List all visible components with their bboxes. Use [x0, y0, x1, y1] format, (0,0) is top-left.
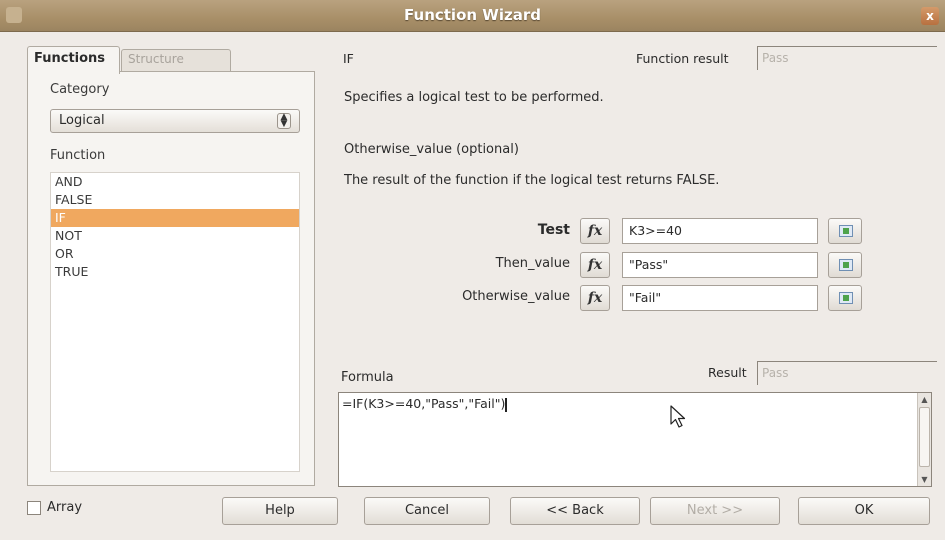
- function-result-label: Function result: [636, 51, 729, 66]
- list-item[interactable]: TRUE: [51, 263, 299, 281]
- shrink-button[interactable]: [828, 252, 862, 278]
- function-result-value: Pass: [757, 46, 937, 70]
- function-list[interactable]: AND FALSE IF NOT OR TRUE: [50, 172, 300, 472]
- list-item[interactable]: OR: [51, 245, 299, 263]
- scroll-down-icon[interactable]: ▼: [920, 475, 929, 484]
- help-button[interactable]: Help: [222, 497, 338, 525]
- function-name: IF: [343, 51, 354, 66]
- list-item[interactable]: FALSE: [51, 191, 299, 209]
- tab-functions[interactable]: Functions: [27, 46, 120, 74]
- cancel-button[interactable]: Cancel: [364, 497, 490, 525]
- ok-button[interactable]: OK: [798, 497, 930, 525]
- shrink-button[interactable]: [828, 285, 862, 311]
- shrink-button[interactable]: [828, 218, 862, 244]
- result-value: Pass: [757, 361, 937, 385]
- select-range-icon: [839, 225, 853, 237]
- fx-button[interactable]: fx: [580, 218, 610, 244]
- back-button[interactable]: << Back: [510, 497, 640, 525]
- arg-label-otherwise: Otherwise_value: [462, 289, 570, 304]
- window-title: Function Wizard: [404, 6, 541, 24]
- mouse-pointer-icon: [670, 405, 686, 428]
- scroll-up-icon[interactable]: ▲: [920, 395, 929, 404]
- formula-editor[interactable]: =IF(K3>=40,"Pass","Fail") ▲ ▼: [338, 392, 932, 487]
- fx-button[interactable]: fx: [580, 285, 610, 311]
- otherwise-value-input[interactable]: "Fail": [622, 285, 818, 311]
- result-label: Result: [708, 365, 747, 380]
- category-label: Category: [50, 82, 110, 97]
- close-button[interactable]: x: [921, 7, 939, 25]
- category-select[interactable]: Logical ▲ ▼: [50, 109, 300, 133]
- list-item[interactable]: NOT: [51, 227, 299, 245]
- scroll-thumb[interactable]: [919, 407, 930, 467]
- formula-scrollbar[interactable]: ▲ ▼: [917, 393, 931, 486]
- argument-title: Otherwise_value (optional): [344, 142, 519, 157]
- argument-description: The result of the function if the logica…: [344, 173, 720, 188]
- list-item[interactable]: AND: [51, 173, 299, 191]
- fx-button[interactable]: fx: [580, 252, 610, 278]
- arg-row-then: Then_value fx "Pass": [430, 251, 870, 279]
- checkbox-box[interactable]: [27, 500, 41, 515]
- text-caret: [505, 397, 508, 412]
- category-value: Logical: [59, 113, 105, 128]
- array-label: Array: [47, 500, 83, 515]
- function-label: Function: [50, 148, 106, 163]
- then-value-input[interactable]: "Pass": [622, 252, 818, 278]
- next-button[interactable]: Next >>: [650, 497, 780, 525]
- test-input[interactable]: K3>=40: [622, 218, 818, 244]
- formula-text: =IF(K3>=40,"Pass","Fail"): [342, 396, 506, 411]
- title-bar: Function Wizard x: [0, 0, 945, 32]
- function-description: Specifies a logical test to be performed…: [344, 90, 604, 105]
- arg-row-otherwise: Otherwise_value fx "Fail": [430, 284, 870, 312]
- array-checkbox[interactable]: Array: [27, 500, 82, 515]
- select-range-icon: [839, 292, 853, 304]
- arg-row-test: Test fx K3>=40: [430, 217, 870, 245]
- spinner-icon: ▲ ▼: [277, 113, 291, 129]
- tab-structure[interactable]: Structure: [121, 49, 231, 71]
- arg-label-then: Then_value: [495, 256, 570, 271]
- formula-label: Formula: [341, 370, 394, 385]
- list-item-selected[interactable]: IF: [51, 209, 299, 227]
- select-range-icon: [839, 259, 853, 271]
- arg-label-test: Test: [537, 222, 570, 238]
- functions-panel: Category Logical ▲ ▼ Function AND FALSE I…: [27, 71, 315, 486]
